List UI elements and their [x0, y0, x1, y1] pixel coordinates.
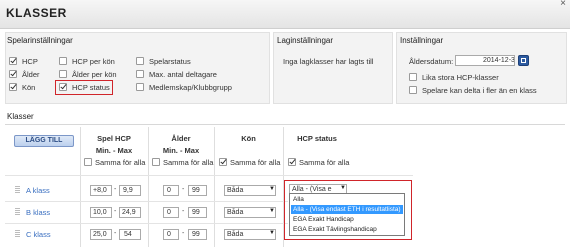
class-b-age-min[interactable]: 0 [163, 207, 179, 218]
column-divider [80, 127, 81, 247]
column-divider [214, 127, 215, 247]
class-a-age-max[interactable]: 99 [188, 185, 207, 196]
player-settings-title: Spelarinställningar [7, 36, 73, 45]
equal-hcp-classes-label: Lika stora HCP-klasser [422, 73, 499, 82]
drag-handle-icon[interactable] [15, 186, 20, 194]
class-c-link[interactable]: C klass [26, 230, 51, 239]
multiple-classes-checkbox[interactable] [409, 86, 417, 94]
hcp-column-subtitle: Min. - Max [95, 146, 133, 155]
membership-label: Medlemskap/Klubbgrupp [149, 83, 232, 92]
age-checkbox[interactable] [9, 70, 17, 78]
class-c-age-min[interactable]: 0 [163, 229, 179, 240]
player-status-label: Spelarstatus [149, 57, 191, 66]
class-c-age-max[interactable]: 99 [188, 229, 207, 240]
hcp-column-title: Spel HCP [97, 134, 131, 143]
row-divider [5, 201, 288, 202]
calendar-icon[interactable] [518, 55, 529, 66]
hcp-status-highlight [55, 80, 113, 95]
hcp-checkbox[interactable] [9, 57, 17, 65]
class-b-age-max[interactable]: 99 [188, 207, 207, 218]
age-date-input[interactable]: 2014-12-31 [455, 55, 515, 66]
age-same-for-all-checkbox[interactable] [152, 158, 160, 166]
hcp-label: HCP [22, 57, 38, 66]
hcp-per-sex-label: HCP per kön [72, 57, 115, 66]
multiple-classes-label: Spelare kan delta i fler än en klass [422, 86, 537, 95]
chevron-down-icon: ▼ [269, 186, 275, 192]
class-b-hcp-max[interactable]: 24,9 [119, 207, 141, 218]
range-separator: - [114, 208, 117, 215]
range-separator: - [182, 230, 185, 237]
dialog-title: KLASSER [6, 6, 67, 20]
age-same-for-all-label: Samma för alla [163, 158, 214, 167]
sex-label: Kön [22, 83, 36, 92]
class-a-hcp-max[interactable]: 9,9 [119, 185, 141, 196]
header-divider [5, 175, 413, 176]
class-b-link[interactable]: B klass [26, 208, 50, 217]
hcp-same-for-all-label: Samma för alla [95, 158, 146, 167]
hcp-status-dropdown-highlight [284, 180, 412, 240]
range-separator: - [114, 230, 117, 237]
column-divider [148, 127, 149, 247]
settings-title: Inställningar [400, 36, 444, 45]
sex-same-for-all-checkbox[interactable] [219, 158, 227, 166]
hcp-same-for-all-checkbox[interactable] [84, 158, 92, 166]
age-per-sex-label: Ålder per kön [72, 70, 117, 79]
sex-column-title: Kön [241, 134, 256, 143]
no-team-classes-text: Inga lagklasser har lagts till [283, 57, 374, 66]
age-date-label: Åldersdatum: [409, 57, 454, 66]
drag-handle-icon[interactable] [15, 208, 20, 216]
classes-title: Klasser [7, 112, 34, 121]
drag-handle-icon[interactable] [15, 230, 20, 238]
status-column-title: HCP status [297, 134, 337, 143]
row-divider [5, 223, 288, 224]
range-separator: - [182, 186, 185, 193]
chevron-down-icon: ▼ [269, 230, 275, 236]
status-same-for-all-label: Samma för alla [299, 158, 350, 167]
player-status-checkbox[interactable] [136, 57, 144, 65]
range-separator: - [182, 208, 185, 215]
max-participants-checkbox[interactable] [136, 70, 144, 78]
classes-title-divider [5, 124, 565, 125]
membership-checkbox[interactable] [136, 83, 144, 91]
max-participants-label: Max. antal deltagare [149, 70, 217, 79]
class-a-link[interactable]: A klass [26, 186, 50, 195]
class-b-hcp-min[interactable]: 10,0 [90, 207, 112, 218]
age-column-subtitle: Min. - Max [162, 146, 200, 155]
class-a-hcp-min[interactable]: +8,0 [90, 185, 112, 196]
class-c-hcp-max[interactable]: 54 [119, 229, 141, 240]
age-per-sex-checkbox[interactable] [59, 70, 67, 78]
dialog-header: KLASSER × [0, 0, 570, 29]
hcp-per-sex-checkbox[interactable] [59, 57, 67, 65]
sex-checkbox[interactable] [9, 83, 17, 91]
class-a-age-min[interactable]: 0 [163, 185, 179, 196]
class-c-hcp-min[interactable]: 25,0 [90, 229, 112, 240]
age-label: Ålder [22, 70, 40, 79]
sex-same-for-all-label: Samma för alla [230, 158, 281, 167]
age-column-title: Ålder [171, 134, 191, 143]
range-separator: - [114, 186, 117, 193]
status-same-for-all-checkbox[interactable] [288, 158, 296, 166]
add-class-button[interactable]: LÄGG TILL [14, 135, 74, 147]
equal-hcp-classes-checkbox[interactable] [409, 73, 417, 81]
close-icon[interactable]: × [560, 0, 566, 9]
team-settings-title: Laginställningar [277, 36, 334, 45]
chevron-down-icon: ▼ [269, 208, 275, 214]
